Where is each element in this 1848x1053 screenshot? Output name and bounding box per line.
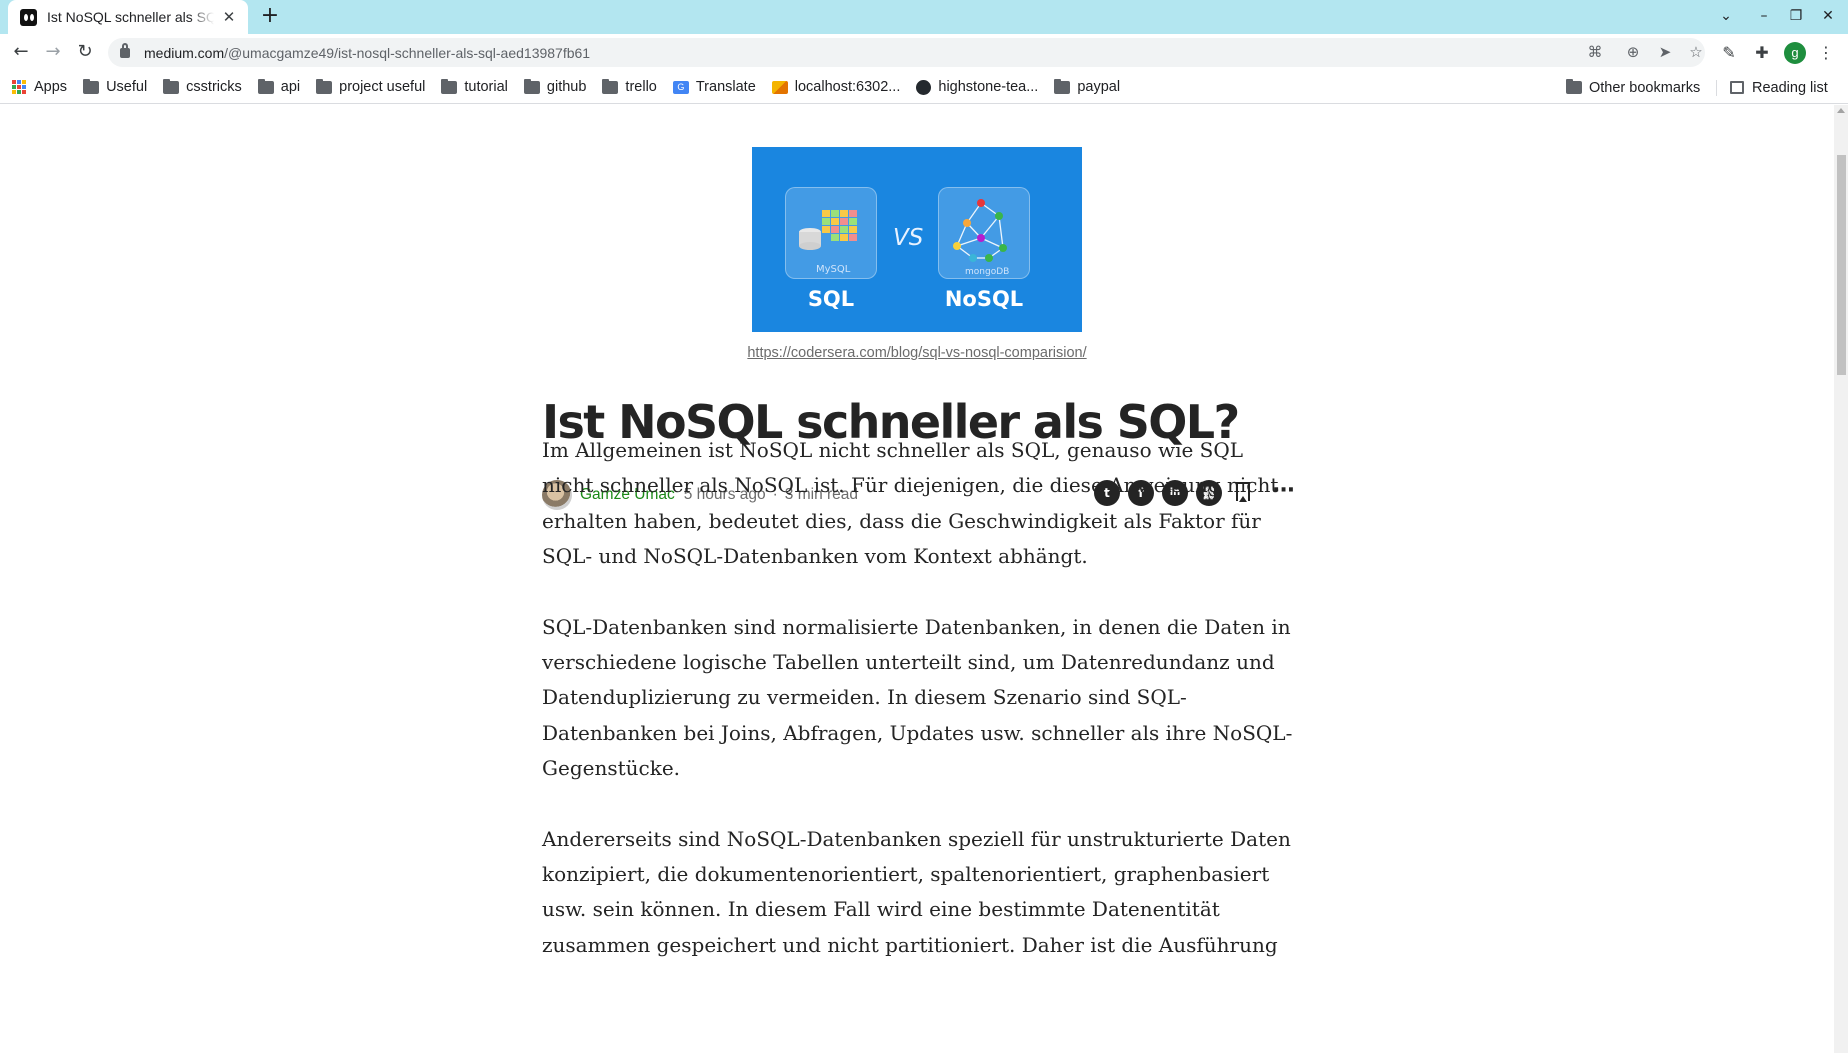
minimize-button[interactable]: – xyxy=(1754,8,1774,24)
bookmark-folder-project-useful[interactable]: project useful xyxy=(316,78,426,95)
address-bar[interactable]: medium.com/@umacgamze49/ist-nosql-schnel… xyxy=(108,38,1705,67)
url-text[interactable]: medium.com/@umacgamze49/ist-nosql-schnel… xyxy=(144,45,590,61)
browser-toolbar: ← → ↻ medium.com/@umacgamze49/ist-nosql-… xyxy=(0,34,1848,71)
back-arrow-icon[interactable]: ← xyxy=(10,42,32,64)
bookmark-label: tutorial xyxy=(464,79,508,95)
new-tab-button[interactable]: + xyxy=(258,5,282,29)
bookmark-folder-useful[interactable]: Useful xyxy=(83,78,148,95)
profile-avatar[interactable]: g xyxy=(1784,42,1806,64)
folder-icon xyxy=(1566,79,1582,94)
bookmark-localhost[interactable]: localhost:6302... xyxy=(771,79,901,95)
bookmark-folder-csstricks[interactable]: csstricks xyxy=(163,78,242,95)
bookmark-label: github xyxy=(546,79,587,95)
lock-icon[interactable] xyxy=(120,42,130,58)
article-body: Im Allgemeinen ist NoSQL nicht schneller… xyxy=(542,433,1294,998)
hero-image: MySQL VS mongoDB SQL NoSQL xyxy=(752,147,1082,332)
reading-list-icon xyxy=(1730,81,1744,94)
folder-icon xyxy=(523,78,540,94)
reading-list[interactable]: Reading list xyxy=(1730,71,1828,104)
bookmark-label: localhost:6302... xyxy=(794,79,901,95)
bookmark-label: csstricks xyxy=(186,79,242,95)
bookmark-label: paypal xyxy=(1077,79,1121,95)
folder-icon xyxy=(602,78,619,94)
svg-text:mongoDB: mongoDB xyxy=(965,267,1009,277)
hero-nosql-label: NoSQL xyxy=(944,287,1024,311)
mysql-table-icon: MySQL xyxy=(799,210,857,275)
tab-close-icon[interactable]: ✕ xyxy=(220,8,238,26)
bookmark-label: Apps xyxy=(34,79,68,95)
bookmark-label: Useful xyxy=(106,79,148,95)
localhost-icon xyxy=(771,80,788,94)
other-bookmarks-label: Other bookmarks xyxy=(1589,79,1701,96)
bookmark-star-icon[interactable]: ☆ xyxy=(1686,43,1706,61)
svg-text:MySQL: MySQL xyxy=(816,264,851,275)
bookmark-apps[interactable]: Apps xyxy=(12,79,67,95)
restore-button[interactable]: ❐ xyxy=(1786,8,1806,24)
hero-vs-text: VS xyxy=(893,225,924,251)
reload-icon[interactable]: ↻ xyxy=(74,42,96,64)
reading-list-label: Reading list xyxy=(1752,79,1828,96)
other-bookmarks[interactable]: Other bookmarks xyxy=(1566,71,1700,104)
bookmark-folder-api[interactable]: api xyxy=(257,78,301,95)
bookmarks-bar: Apps Useful csstricks api project useful… xyxy=(0,71,1848,104)
folder-icon xyxy=(316,78,333,94)
nosql-panel: mongoDB xyxy=(938,187,1030,279)
bookmark-translate[interactable]: G Translate xyxy=(672,79,756,95)
bookmark-highstone[interactable]: highstone-tea... xyxy=(916,79,1038,95)
tab-search-chevron-icon[interactable]: ⌄ xyxy=(1716,8,1736,24)
zoom-icon[interactable]: ⊕ xyxy=(1623,43,1643,61)
article-paragraph: SQL-Datenbanken sind normalisierte Daten… xyxy=(542,614,1293,781)
bookmark-folder-trello[interactable]: trello xyxy=(602,78,657,95)
folder-icon xyxy=(257,78,274,94)
image-caption-link[interactable]: https://codersera.com/blog/sql-vs-nosql-… xyxy=(0,345,1834,361)
apps-grid-icon xyxy=(12,80,26,94)
bookmark-label: trello xyxy=(625,79,657,95)
page-scrollbar[interactable] xyxy=(1834,105,1848,1053)
folder-icon xyxy=(1054,78,1071,94)
article-paragraph: Im Allgemeinen ist NoSQL nicht schneller… xyxy=(542,438,1279,569)
bookmark-label: highstone-tea... xyxy=(938,79,1039,95)
folder-icon xyxy=(83,78,100,94)
send-tab-icon[interactable]: ➤ xyxy=(1655,43,1675,61)
article-paragraph: Andererseits sind NoSQL-Datenbanken spez… xyxy=(542,826,1291,957)
extensions-puzzle-icon[interactable]: ✚ xyxy=(1752,43,1772,63)
scroll-up-arrow-icon[interactable] xyxy=(1837,108,1845,113)
translate-page-icon[interactable]: ⌘ xyxy=(1585,43,1605,61)
tab-title: Ist NoSQL schneller als SQL? | Medium xyxy=(47,9,214,25)
medium-favicon-icon xyxy=(20,8,37,26)
forward-arrow-icon[interactable]: → xyxy=(42,42,64,64)
sql-panel: MySQL xyxy=(785,187,877,279)
github-icon xyxy=(916,79,932,95)
scrollbar-thumb[interactable] xyxy=(1837,155,1846,375)
tab-strip: Ist NoSQL schneller als SQL? | Medium ✕ … xyxy=(0,0,1848,34)
folder-icon xyxy=(163,78,180,94)
bookmark-folder-github[interactable]: github xyxy=(523,78,587,95)
menu-kebab-icon[interactable]: ⋮ xyxy=(1816,43,1836,63)
bookmark-label: project useful xyxy=(339,79,426,95)
bookmarks-separator xyxy=(1716,80,1717,96)
tab-active[interactable]: Ist NoSQL schneller als SQL? | Medium ✕ xyxy=(8,0,248,34)
close-window-button[interactable]: ✕ xyxy=(1818,8,1838,24)
folder-icon xyxy=(441,78,458,94)
bookmark-folder-tutorial[interactable]: tutorial xyxy=(441,78,508,95)
bookmark-label: Translate xyxy=(695,79,756,95)
mongodb-graph-icon: mongoDB xyxy=(953,199,1009,277)
bookmark-folder-paypal[interactable]: paypal xyxy=(1054,78,1121,95)
translate-icon: G xyxy=(672,80,689,94)
bookmark-label: api xyxy=(280,79,301,95)
extension-pen-icon[interactable]: ✎ xyxy=(1719,43,1739,63)
hero-sql-label: SQL xyxy=(807,287,855,311)
